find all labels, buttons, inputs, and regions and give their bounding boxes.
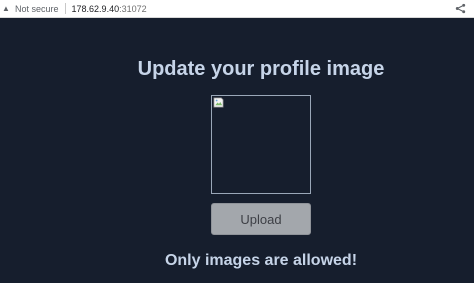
profile-image-page: Update your profile image Upload Only im… — [0, 18, 474, 283]
security-label[interactable]: Not secure — [15, 4, 59, 14]
upload-button[interactable]: Upload — [211, 203, 311, 235]
address-divider — [64, 3, 66, 14]
status-message: Only images are allowed! — [164, 252, 358, 269]
url-host[interactable]: 178.62.9.40 — [72, 4, 120, 14]
url-port[interactable]: :31072 — [119, 4, 147, 14]
share-icon[interactable] — [455, 3, 466, 14]
profile-image-preview — [211, 95, 311, 194]
warning-icon[interactable]: ▲ — [2, 4, 10, 13]
broken-image-icon — [213, 97, 224, 108]
page-title: Update your profile image — [137, 58, 385, 80]
browser-address-bar[interactable]: ▲ Not secure 178.62.9.40 :31072 — [0, 0, 474, 18]
